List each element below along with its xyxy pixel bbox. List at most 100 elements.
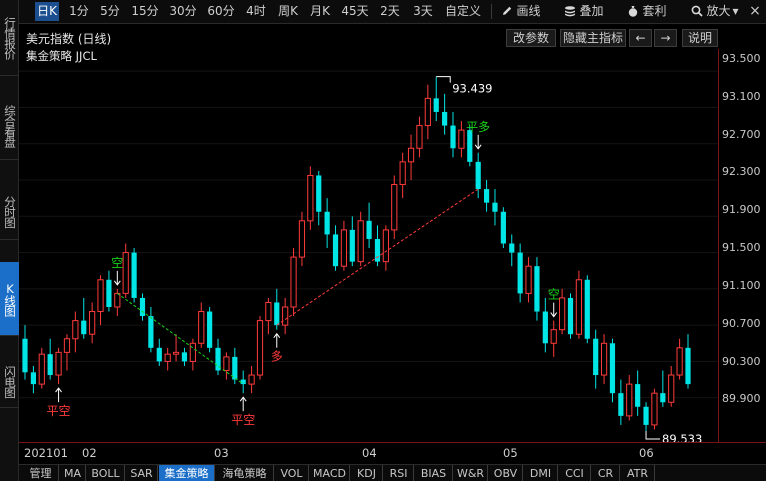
period-tab-5min[interactable]: 5分 [97, 2, 123, 21]
tab-sar[interactable]: SAR [126, 465, 158, 481]
candle-body [248, 374, 255, 385]
candle-body [72, 320, 79, 340]
candle-body [349, 229, 355, 262]
candle-body [89, 311, 96, 335]
signal-label: 平空 [231, 413, 255, 427]
tab-ma[interactable]: MA [60, 465, 86, 481]
candle-body [164, 353, 171, 362]
hide-main-indicator-button[interactable]: 隐藏主指标 [560, 29, 626, 47]
period-tab-custom[interactable]: 自定义 [442, 2, 484, 21]
sidebar-item-label: 闪电图 [3, 365, 17, 398]
stack-icon [565, 6, 576, 17]
candle-body [575, 279, 583, 335]
period-tab-2day[interactable]: 2天 [376, 2, 404, 21]
x-tick-label: 02 [82, 446, 97, 460]
sidebar-item-overview[interactable]: 综合看盘 [0, 92, 19, 160]
candle-body [340, 229, 348, 267]
period-tab-weekly[interactable]: 周K [275, 2, 301, 21]
x-tick-label: 202101 [24, 446, 68, 460]
draw-line-button[interactable]: 画线 [497, 2, 545, 21]
tab-rsi[interactable]: RSI [384, 465, 414, 481]
y-tick-label: 93.100 [722, 90, 761, 103]
candle-body [357, 220, 364, 263]
candle-body [525, 265, 532, 294]
candle-body [567, 297, 574, 335]
tab-dmi[interactable]: DMI [524, 465, 558, 481]
tab-kdj[interactable]: KDJ [351, 465, 383, 481]
period-tab-45day[interactable]: 45天 [339, 2, 371, 21]
prev-arrow-button[interactable]: ← [629, 29, 652, 47]
candle-body [324, 211, 330, 235]
close-icon[interactable]: × [747, 2, 763, 21]
candle-body [475, 161, 481, 190]
signal-label: 空 [548, 288, 560, 302]
tab-cr[interactable]: CR [592, 465, 620, 481]
tab-bias[interactable]: BIAS [415, 465, 453, 481]
candle-body [122, 252, 129, 294]
candle-body [97, 279, 104, 313]
period-tab-60min[interactable]: 60分 [205, 2, 237, 21]
tab-manage[interactable]: 管理 [23, 465, 59, 481]
arbitrage-button[interactable]: 套利 [623, 2, 671, 21]
sidebar-item-flash[interactable]: 闪电图 [0, 356, 19, 408]
candle-body [81, 320, 87, 335]
candle-body [181, 352, 188, 362]
next-arrow-button[interactable]: → [654, 29, 677, 47]
candle-body [366, 220, 372, 239]
candle-body [207, 311, 213, 348]
high-price-label: 93.439 [452, 82, 492, 96]
period-tab-30min[interactable]: 30分 [167, 2, 199, 21]
candle-body [458, 129, 465, 149]
tab-jjcl[interactable]: 集金策略 [159, 465, 215, 481]
zoom-button[interactable]: 放大 ▾ [686, 2, 744, 21]
period-tab-15min[interactable]: 15分 [129, 2, 161, 21]
sidebar-item-label: 分时图 [3, 195, 17, 228]
candle-body [131, 252, 137, 298]
tab-cci[interactable]: CCI [559, 465, 591, 481]
candle-body [668, 374, 675, 403]
tab-boll[interactable]: BOLL [87, 465, 125, 481]
candle-body [265, 301, 272, 322]
period-tab-4h[interactable]: 4时 [243, 2, 269, 21]
candle-body [316, 175, 322, 212]
period-toolbar: 日K 1分 5分 15分 30分 60分 4时 周K 月K 45天 2天 3天 … [19, 0, 766, 24]
candle-body [307, 174, 314, 222]
candle-body [63, 338, 71, 353]
period-tab-monthly[interactable]: 月K [307, 2, 333, 21]
candle-body [534, 266, 540, 312]
candle-body [30, 372, 36, 385]
period-tab-daily[interactable]: 日K [35, 2, 59, 21]
sidebar-item-timeshare[interactable]: 分时图 [0, 184, 19, 240]
help-button[interactable]: 说明 [682, 29, 718, 47]
y-tick-label: 92.300 [722, 165, 761, 178]
y-tick-label: 91.500 [722, 241, 761, 254]
sidebar-item-kline[interactable]: K线图 [0, 262, 19, 336]
modify-params-button[interactable]: 改参数 [506, 29, 556, 47]
candle-body [47, 354, 53, 376]
tab-turtle[interactable]: 海龟策略 [216, 465, 274, 481]
arbitrage-label: 套利 [642, 4, 667, 18]
tab-atr[interactable]: ATR [621, 465, 655, 481]
sidebar-item-quotes[interactable]: 行情报价 [0, 0, 19, 76]
price-axis: 93.500 93.100 92.700 92.300 91.900 91.50… [718, 49, 766, 442]
tab-wr[interactable]: W&R [454, 465, 488, 481]
tab-macd[interactable]: MACD [310, 465, 350, 481]
candle-body [382, 229, 389, 263]
y-tick-label: 90.700 [722, 317, 761, 330]
zoom-label: 放大 [706, 4, 731, 18]
tab-obv[interactable]: OBV [489, 465, 523, 481]
low-marker-line [645, 431, 661, 440]
candle-body [55, 351, 62, 376]
period-tab-3day[interactable]: 3天 [409, 2, 437, 21]
candle-body [685, 347, 691, 385]
tab-vol[interactable]: VOL [275, 465, 309, 481]
overlay-button[interactable]: 叠加 [560, 2, 608, 21]
y-tick-label: 91.900 [722, 203, 761, 216]
kline-chart[interactable]: 平空 空平空 多 平多空 93.439 89.533 [19, 49, 718, 446]
candle-body [593, 338, 599, 376]
candle-body [198, 311, 205, 344]
chevron-down-icon: ▾ [732, 4, 739, 18]
y-tick-label: 91.100 [722, 279, 761, 292]
x-tick-label: 05 [503, 446, 518, 460]
period-tab-1min[interactable]: 1分 [67, 2, 91, 21]
